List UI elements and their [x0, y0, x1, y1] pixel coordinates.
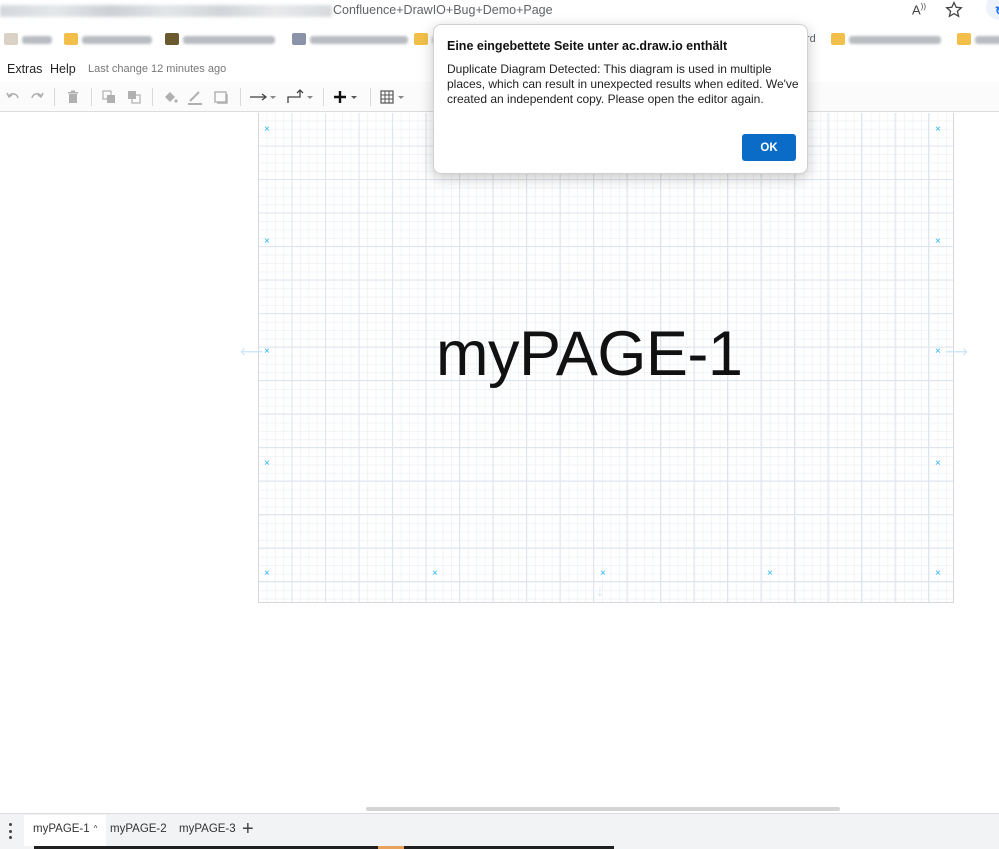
- bookmark-icon: [165, 33, 179, 45]
- last-change-status[interactable]: Last change 12 minutes ago: [88, 63, 226, 75]
- chevron-up-icon[interactable]: ^: [94, 824, 98, 833]
- tab-label: myPAGE-3: [179, 823, 236, 835]
- resize-handle[interactable]: ×: [935, 569, 941, 579]
- resize-handle[interactable]: ×: [264, 237, 270, 247]
- to-back-icon[interactable]: [126, 88, 142, 106]
- star-icon[interactable]: [944, 0, 964, 20]
- redo-icon[interactable]: [29, 88, 45, 106]
- url-text[interactable]: Confluence+DrawIO+Bug+Demo+Page: [333, 3, 553, 17]
- diagram-canvas[interactable]: × × × × × × × × × × × × × ⟵ ⟶ ↓ myPAGE-1: [0, 113, 999, 813]
- insert-icon[interactable]: [333, 88, 361, 106]
- tab-label: myPAGE-2: [110, 823, 167, 835]
- resize-handle[interactable]: ×: [767, 569, 773, 579]
- resize-handle[interactable]: ×: [264, 569, 270, 579]
- left-arrow-hint-icon[interactable]: ⟵: [240, 342, 263, 362]
- url-redacted-prefix: [0, 5, 332, 17]
- folder-icon: [831, 33, 845, 45]
- folder-icon: [414, 33, 428, 45]
- toolbar-separator: [370, 88, 371, 106]
- line-color-icon[interactable]: [187, 88, 203, 106]
- folder-icon: [64, 33, 78, 45]
- connection-icon[interactable]: [249, 88, 277, 106]
- waypoints-icon[interactable]: [286, 88, 314, 106]
- horizontal-scrollbar[interactable]: [366, 807, 840, 811]
- folder-icon: [957, 33, 971, 45]
- pages-menu-icon[interactable]: [4, 822, 16, 840]
- browser-address-bar[interactable]: Confluence+DrawIO+Bug+Demo+Page A)) ↻: [0, 0, 999, 24]
- resize-handle[interactable]: ×: [935, 237, 941, 247]
- bookmark-icon: [292, 33, 306, 45]
- tab-label: myPAGE-1: [33, 823, 90, 835]
- toolbar-separator: [54, 88, 55, 106]
- refresh-icon: ↻: [995, 4, 999, 18]
- undo-icon[interactable]: [5, 88, 21, 106]
- diagram-text-shape[interactable]: myPAGE-1: [436, 318, 743, 390]
- delete-icon[interactable]: [65, 88, 81, 106]
- toolbar-separator: [91, 88, 92, 106]
- resize-handle[interactable]: ×: [264, 125, 270, 135]
- resize-handle[interactable]: ×: [935, 459, 941, 469]
- read-aloud-icon[interactable]: A)): [912, 2, 926, 17]
- ok-button[interactable]: OK: [742, 134, 796, 161]
- tab-mypage-1[interactable]: myPAGE-1 ^: [24, 815, 107, 846]
- resize-handle[interactable]: ×: [600, 569, 606, 579]
- menu-help[interactable]: Help: [50, 62, 76, 76]
- dialog-message: Duplicate Diagram Detected: This diagram…: [447, 62, 799, 106]
- toolbar-separator: [323, 88, 324, 106]
- resize-handle[interactable]: ×: [935, 347, 941, 357]
- bookmark-icon: [4, 33, 18, 45]
- toolbar-separator: [152, 88, 153, 106]
- menu-extras[interactable]: Extras: [7, 62, 42, 76]
- resize-handle[interactable]: ×: [935, 125, 941, 135]
- add-page-button[interactable]: +: [242, 818, 254, 840]
- page-tabs-bar: myPAGE-1 ^ myPAGE-2 myPAGE-3 +: [0, 813, 999, 849]
- browser-profile-button[interactable]: ↻: [986, 0, 999, 20]
- resize-handle[interactable]: ×: [264, 347, 270, 357]
- down-arrow-hint-icon[interactable]: ↓: [596, 583, 604, 601]
- dialog-title: Eine eingebettete Seite unter ac.draw.io…: [447, 39, 728, 53]
- tab-mypage-3[interactable]: myPAGE-3: [170, 815, 245, 846]
- to-front-icon[interactable]: [101, 88, 117, 106]
- shadow-icon[interactable]: [213, 88, 229, 106]
- right-arrow-hint-icon[interactable]: ⟶: [945, 342, 968, 362]
- duplicate-diagram-dialog: Eine eingebettete Seite unter ac.draw.io…: [433, 24, 808, 174]
- table-icon[interactable]: [380, 88, 408, 106]
- toolbar-separator: [240, 88, 241, 106]
- fill-color-icon[interactable]: [162, 88, 178, 106]
- resize-handle[interactable]: ×: [432, 569, 438, 579]
- resize-handle[interactable]: ×: [264, 459, 270, 469]
- tab-mypage-2[interactable]: myPAGE-2: [101, 815, 176, 846]
